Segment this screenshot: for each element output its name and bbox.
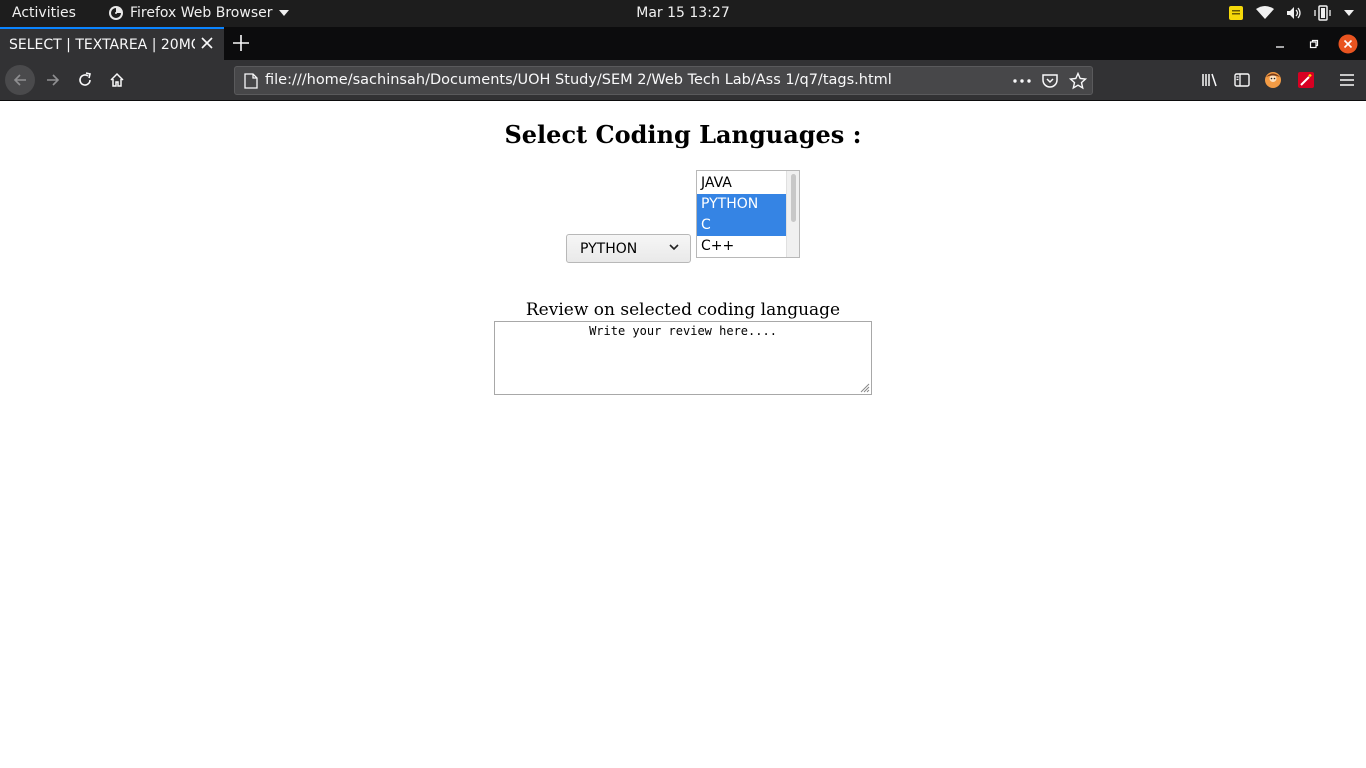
maximize-button[interactable] (1300, 27, 1328, 60)
new-tab-icon[interactable] (231, 33, 251, 53)
minimize-icon (1276, 45, 1284, 48)
volume-icon (1287, 7, 1301, 19)
close-window-button[interactable] (1337, 27, 1359, 60)
avatar-extension-icon (1265, 72, 1281, 88)
forward-arrow-icon (47, 74, 60, 86)
close-window-icon (1338, 34, 1358, 53)
devtools-extension-button[interactable] (1291, 65, 1321, 95)
main-menu-button[interactable] (1332, 65, 1362, 95)
tab-title: SELECT | TEXTAREA | 20MCM (9, 37, 195, 53)
wifi-icon (1256, 6, 1274, 19)
bookmark-star-icon[interactable] (1069, 72, 1087, 90)
pocket-icon[interactable] (1041, 72, 1059, 90)
sidebar-button[interactable] (1227, 65, 1257, 95)
resize-grip-icon[interactable] (858, 381, 870, 393)
review-textarea[interactable]: Write your review here.... (494, 321, 872, 395)
back-arrow-icon (13, 74, 26, 86)
system-tray[interactable] (1228, 4, 1354, 22)
activities-button[interactable]: Activities (12, 5, 76, 21)
review-text: Write your review here.... (589, 324, 777, 338)
close-tab-icon[interactable] (200, 36, 214, 50)
library-button[interactable] (1195, 65, 1225, 95)
firefox-icon (109, 6, 123, 20)
listbox-option-java[interactable]: JAVA (697, 173, 787, 194)
reload-button[interactable] (70, 65, 100, 95)
review-label: Review on selected coding language (525, 300, 841, 320)
library-icon (1202, 73, 1217, 87)
restore-icon (1309, 39, 1319, 48)
dropdown-selected-value: PYTHON (580, 241, 638, 257)
language-dropdown[interactable]: PYTHON (566, 234, 691, 263)
reload-icon (79, 72, 91, 86)
language-listbox[interactable]: JAVA PYTHON C C++ (696, 170, 800, 258)
listbox-option-cpp[interactable]: C++ (697, 236, 787, 257)
listbox-scrollbar[interactable] (786, 171, 799, 257)
listbox-option-python[interactable]: PYTHON (697, 194, 787, 215)
page-actions-icon[interactable] (1013, 79, 1031, 83)
magic-wand-icon (1298, 72, 1314, 88)
page-content: Select Coding Languages : PYTHON JAVA PY… (0, 101, 1366, 768)
back-button[interactable] (5, 65, 35, 95)
sidebar-icon (1234, 73, 1250, 87)
hamburger-menu-icon (1340, 74, 1354, 86)
scrollbar-thumb[interactable] (791, 174, 796, 222)
chevron-down-icon (669, 244, 679, 251)
tab-active[interactable]: SELECT | TEXTAREA | 20MCM (0, 27, 224, 60)
listbox-option-c[interactable]: C (697, 215, 787, 236)
battery-icon (1314, 5, 1331, 21)
clock[interactable]: Mar 15 13:27 (636, 5, 729, 21)
navigation-toolbar: file:///home/sachinsah/Documents/UOH Stu… (0, 60, 1366, 101)
minimize-button[interactable] (1266, 27, 1294, 60)
home-button[interactable] (102, 65, 132, 95)
page-heading: Select Coding Languages : (504, 120, 862, 149)
page-icon[interactable] (244, 73, 258, 89)
sticky-notes-icon[interactable] (1228, 5, 1244, 21)
url-bar[interactable]: file:///home/sachinsah/Documents/UOH Stu… (234, 66, 1093, 95)
extension-button[interactable] (1258, 65, 1288, 95)
app-menu[interactable]: Firefox Web Browser (108, 5, 289, 21)
caret-down-icon (1344, 10, 1354, 16)
tab-strip: SELECT | TEXTAREA | 20MCM (0, 27, 1366, 60)
system-top-bar: Activities Firefox Web Browser Mar 15 13… (0, 0, 1366, 27)
caret-down-icon (278, 10, 289, 16)
url-text[interactable]: file:///home/sachinsah/Documents/UOH Stu… (265, 72, 892, 88)
app-name: Firefox Web Browser (130, 5, 273, 21)
forward-button[interactable] (38, 65, 68, 95)
home-icon (110, 72, 124, 87)
